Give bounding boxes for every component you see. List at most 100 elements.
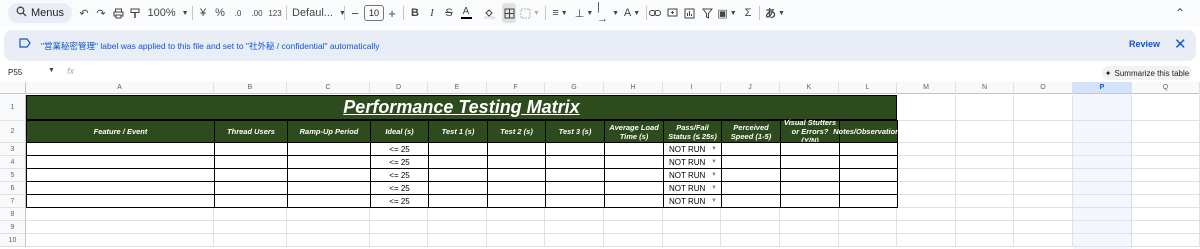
cell[interactable] [1132, 195, 1200, 208]
table-cell[interactable] [604, 181, 664, 195]
select-all-corner[interactable] [0, 82, 26, 94]
borders-icon[interactable] [502, 3, 516, 23]
spreadsheet-grid[interactable]: A B C D E F G H I J K L M N O P Q 1 2 3 4 5 6 7 8 9 10 Performance … [0, 82, 1200, 249]
table-cell[interactable] [839, 181, 898, 195]
table-cell[interactable] [721, 155, 781, 169]
cell[interactable] [1073, 169, 1132, 182]
comment-icon[interactable] [665, 3, 679, 23]
table-header-cell[interactable]: Test 2 (s) [487, 120, 546, 143]
table-header-cell[interactable]: Ideal (s) [370, 120, 429, 143]
cell[interactable] [897, 221, 956, 234]
cell[interactable] [897, 182, 956, 195]
table-cell[interactable] [214, 168, 288, 182]
cell[interactable] [1073, 195, 1132, 208]
number-format-button[interactable]: 123 [267, 3, 283, 23]
table-header-cell[interactable]: Pass/Fail Status (≤ 25s) [663, 120, 722, 143]
cell[interactable] [780, 221, 839, 234]
cell[interactable] [956, 169, 1014, 182]
table-cell[interactable] [487, 181, 546, 195]
table-cell[interactable] [487, 168, 546, 182]
italic-icon[interactable]: I [425, 3, 439, 23]
cell[interactable] [604, 208, 663, 221]
filter-icon[interactable] [700, 3, 714, 23]
table-cell[interactable] [26, 168, 215, 182]
column-header-p[interactable]: P [1073, 82, 1132, 94]
table-header-cell[interactable]: Perceived Speed (1-5) [721, 120, 781, 143]
cell[interactable] [287, 221, 370, 234]
table-cell[interactable] [26, 155, 215, 169]
ideal-cell[interactable]: <= 25 [370, 181, 429, 195]
cell[interactable] [1132, 121, 1200, 143]
functions-icon[interactable]: Σ [741, 3, 755, 23]
cell[interactable] [956, 95, 1014, 121]
summarize-table-button[interactable]: ✦ Summarize this table [1102, 66, 1192, 80]
table-cell[interactable] [214, 194, 288, 208]
cell[interactable] [956, 121, 1014, 143]
input-tools-button[interactable]: あ ▼ [764, 3, 786, 23]
column-header-o[interactable]: O [1014, 82, 1073, 94]
cell[interactable] [214, 221, 287, 234]
cell[interactable] [956, 208, 1014, 221]
table-cell[interactable] [545, 142, 605, 156]
cell[interactable] [1073, 182, 1132, 195]
table-cell[interactable] [545, 155, 605, 169]
table-cell[interactable] [604, 142, 664, 156]
table-cell[interactable] [604, 194, 664, 208]
cell[interactable] [663, 234, 721, 247]
increase-font-size-button[interactable]: + [386, 3, 398, 23]
cell[interactable] [1073, 156, 1132, 169]
status-dropdown[interactable]: NOT RUN ▼ [663, 194, 722, 208]
row-header-10[interactable]: 10 [0, 234, 26, 247]
cell[interactable] [1132, 95, 1200, 121]
table-header-cell[interactable]: Test 1 (s) [428, 120, 488, 143]
cell[interactable] [1014, 208, 1073, 221]
table-cell[interactable] [780, 155, 840, 169]
row-header-5[interactable]: 5 [0, 169, 26, 182]
cell[interactable] [956, 221, 1014, 234]
cell[interactable] [956, 182, 1014, 195]
cell[interactable] [1014, 234, 1073, 247]
cell[interactable] [897, 169, 956, 182]
cell[interactable] [780, 234, 839, 247]
column-header-n[interactable]: N [956, 82, 1014, 94]
cell[interactable] [487, 208, 545, 221]
cell[interactable] [604, 234, 663, 247]
cell[interactable] [545, 221, 604, 234]
cell[interactable] [1132, 208, 1200, 221]
link-icon[interactable] [648, 3, 662, 23]
bold-icon[interactable]: B [408, 3, 422, 23]
table-cell[interactable] [780, 194, 840, 208]
column-header-k[interactable]: K [780, 82, 839, 94]
table-cell[interactable] [780, 168, 840, 182]
cell[interactable] [1132, 234, 1200, 247]
table-cell[interactable] [721, 142, 781, 156]
row-header-3[interactable]: 3 [0, 143, 26, 156]
cell[interactable] [1014, 143, 1073, 156]
column-header-j[interactable]: J [721, 82, 780, 94]
table-cell[interactable] [214, 142, 288, 156]
increase-decimal-button[interactable]: .00 [249, 3, 265, 23]
cell[interactable] [1014, 121, 1073, 143]
cell[interactable] [545, 234, 604, 247]
cell[interactable] [897, 195, 956, 208]
cell[interactable] [1132, 169, 1200, 182]
cell[interactable] [839, 221, 897, 234]
cell[interactable] [26, 208, 214, 221]
cell[interactable] [428, 234, 487, 247]
cell[interactable] [1073, 221, 1132, 234]
cell[interactable] [1073, 234, 1132, 247]
cell[interactable] [1073, 95, 1132, 121]
table-cell[interactable] [780, 181, 840, 195]
table-cell[interactable] [780, 142, 840, 156]
cell[interactable] [1132, 156, 1200, 169]
cell[interactable] [287, 208, 370, 221]
cell[interactable] [1014, 182, 1073, 195]
column-header-b[interactable]: B [214, 82, 287, 94]
column-header-l[interactable]: L [839, 82, 897, 94]
row-header-9[interactable]: 9 [0, 221, 26, 234]
table-cell[interactable] [428, 168, 488, 182]
cell[interactable] [1132, 221, 1200, 234]
cell[interactable] [721, 208, 780, 221]
table-cell[interactable] [839, 142, 898, 156]
cell[interactable] [370, 221, 428, 234]
